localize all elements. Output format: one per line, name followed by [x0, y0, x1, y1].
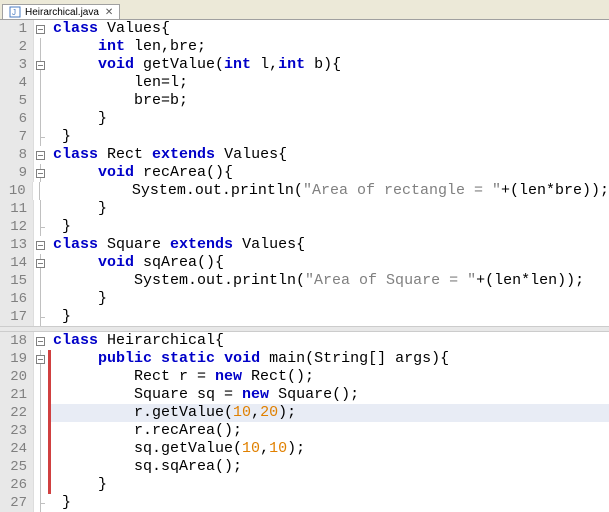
- line-number: 8: [0, 146, 34, 164]
- code-line[interactable]: int len,bre;: [51, 38, 206, 56]
- fold-toggle[interactable]: [36, 259, 45, 268]
- line-number: 11: [0, 200, 34, 218]
- tab-label: Heirarchical.java: [25, 7, 99, 18]
- code-line[interactable]: }: [51, 476, 107, 494]
- svg-text:J: J: [12, 8, 16, 17]
- fold-toggle[interactable]: [36, 169, 45, 178]
- code-line[interactable]: Square sq = new Square();: [51, 386, 359, 404]
- line-number: 6: [0, 110, 34, 128]
- line-number: 3: [0, 56, 34, 74]
- line-number: 12: [0, 218, 34, 236]
- java-file-icon: J: [9, 6, 21, 18]
- code-line[interactable]: System.out.println("Area of Square = "+(…: [51, 272, 584, 290]
- fold-toggle[interactable]: [36, 355, 45, 364]
- code-line[interactable]: }: [51, 128, 71, 146]
- line-number: 20: [0, 368, 34, 386]
- code-line[interactable]: }: [51, 110, 107, 128]
- tab-bar: J Heirarchical.java ✕: [0, 0, 609, 20]
- line-number: 13: [0, 236, 34, 254]
- code-line[interactable]: r.recArea();: [51, 422, 242, 440]
- line-number: 25: [0, 458, 34, 476]
- code-line[interactable]: class Square extends Values{: [51, 236, 305, 254]
- code-line[interactable]: bre=b;: [51, 92, 188, 110]
- fold-toggle[interactable]: [36, 25, 45, 34]
- code-line[interactable]: sq.getValue(10,10);: [51, 440, 305, 458]
- line-number: 1: [0, 20, 34, 38]
- fold-toggle[interactable]: [36, 337, 45, 346]
- code-line-current[interactable]: r.getValue(10,20);: [51, 404, 296, 422]
- code-editor[interactable]: 1 class Values{ 2 int len,bre; 3 void get…: [0, 20, 609, 512]
- line-number: 24: [0, 440, 34, 458]
- code-line[interactable]: }: [51, 200, 107, 218]
- line-number: 9: [0, 164, 34, 182]
- code-line[interactable]: class Heirarchical{: [51, 332, 224, 350]
- line-number: 10: [0, 182, 33, 200]
- line-number: 17: [0, 308, 34, 326]
- line-number: 22: [0, 404, 34, 422]
- code-line[interactable]: }: [51, 290, 107, 308]
- code-line[interactable]: sq.sqArea();: [51, 458, 242, 476]
- code-line[interactable]: class Values{: [51, 20, 170, 38]
- line-number: 16: [0, 290, 34, 308]
- code-line[interactable]: Rect r = new Rect();: [51, 368, 314, 386]
- code-line[interactable]: len=l;: [51, 74, 188, 92]
- close-icon[interactable]: ✕: [105, 7, 113, 18]
- code-line[interactable]: }: [51, 218, 71, 236]
- code-line[interactable]: }: [51, 308, 71, 326]
- line-number: 5: [0, 92, 34, 110]
- file-tab[interactable]: J Heirarchical.java ✕: [2, 4, 120, 19]
- line-number: 7: [0, 128, 34, 146]
- line-number: 15: [0, 272, 34, 290]
- line-number: 26: [0, 476, 34, 494]
- line-number: 18: [0, 332, 34, 350]
- line-number: 21: [0, 386, 34, 404]
- code-line[interactable]: class Rect extends Values{: [51, 146, 287, 164]
- line-number: 2: [0, 38, 34, 56]
- line-number: 19: [0, 350, 34, 368]
- code-line[interactable]: public static void main(String[] args){: [51, 350, 449, 368]
- fold-toggle[interactable]: [36, 241, 45, 250]
- code-line[interactable]: void getValue(int l,int b){: [51, 56, 341, 74]
- line-number: 23: [0, 422, 34, 440]
- code-line[interactable]: }: [51, 494, 71, 512]
- code-line[interactable]: System.out.println("Area of rectangle = …: [49, 182, 609, 200]
- line-number: 14: [0, 254, 34, 272]
- line-number: 4: [0, 74, 34, 92]
- fold-gutter: [34, 20, 48, 38]
- fold-toggle[interactable]: [36, 61, 45, 70]
- fold-toggle[interactable]: [36, 151, 45, 160]
- line-number: 27: [0, 494, 34, 512]
- code-line[interactable]: void recArea(){: [51, 164, 233, 182]
- code-line[interactable]: void sqArea(){: [51, 254, 224, 272]
